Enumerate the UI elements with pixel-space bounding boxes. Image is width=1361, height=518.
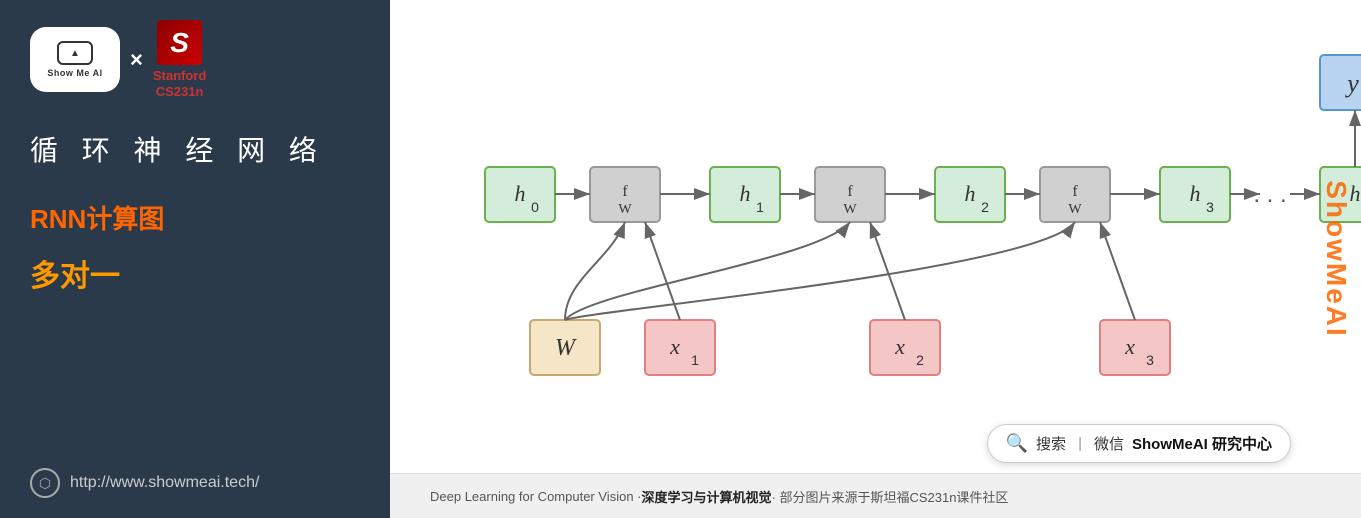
bottom-bar: Deep Learning for Computer Vision · 深度学习… (390, 473, 1361, 518)
search-icon: 🔍 (1006, 433, 1028, 454)
svg-text:W: W (555, 335, 577, 361)
showmeai-icon-box (57, 41, 93, 65)
svg-text:W: W (1068, 202, 1082, 217)
website-row: ⬡ http://www.showmeai.tech/ (30, 468, 360, 498)
svg-text:f: f (847, 183, 853, 200)
svg-text:W: W (618, 202, 632, 217)
svg-text:2: 2 (916, 352, 924, 368)
svg-text:x: x (1124, 334, 1135, 359)
stanford-text: StanfordCS231n (153, 68, 206, 99)
times-sign: × (130, 47, 143, 73)
search-text1: 搜索 (1036, 433, 1066, 454)
node-x1 (645, 320, 715, 375)
svg-text:f: f (1072, 183, 1078, 200)
search-divider: | (1078, 435, 1082, 452)
showmeai-logo-text: Show Me Al (47, 68, 102, 78)
bottom-suffix: · 部分图片来源于斯坦福CS231n课件社区 (772, 487, 1009, 506)
node-x3 (1100, 320, 1170, 375)
bottom-bold-text: 深度学习与计算机视觉 (642, 487, 772, 506)
logo-area: Show Me Al × S StanfordCS231n (30, 20, 360, 99)
subtitle-manytoone: 多对一 (30, 251, 360, 295)
svg-text:2: 2 (981, 199, 989, 215)
right-panel: h 0 f W h 1 f W h 2 f W h 3 . . . h T (390, 0, 1361, 518)
search-badge: 🔍 搜索 | 微信 ShowMeAI 研究中心 (987, 424, 1291, 463)
svg-text:x: x (669, 334, 680, 359)
svg-text:0: 0 (531, 199, 539, 215)
search-bold-label: ShowMeAI 研究中心 (1132, 433, 1272, 454)
svg-text:h: h (740, 181, 751, 206)
svg-text:h: h (1190, 181, 1201, 206)
left-panel: Show Me Al × S StanfordCS231n 循 环 神 经 网 … (0, 0, 390, 518)
svg-text:h: h (515, 181, 526, 206)
svg-text:3: 3 (1206, 199, 1214, 215)
subtitle-rnn: RNN计算图 (30, 199, 360, 236)
nav-icon: ⬡ (30, 468, 60, 498)
svg-text:h: h (965, 181, 976, 206)
search-text2: 微信 (1094, 433, 1124, 454)
svg-text:f: f (622, 183, 628, 200)
svg-text:W: W (843, 202, 857, 217)
bottom-text: Deep Learning for Computer Vision · (430, 489, 642, 504)
showmeai-logo: Show Me Al (30, 27, 120, 92)
svg-text:3: 3 (1146, 352, 1154, 368)
stanford-logo: S StanfordCS231n (153, 20, 206, 99)
watermark: ShowMeAI (1311, 0, 1361, 518)
website-url: http://www.showmeai.tech/ (70, 474, 259, 492)
watermark-text: ShowMeAI (1320, 180, 1352, 338)
svg-text:1: 1 (756, 199, 764, 215)
node-x2 (870, 320, 940, 375)
svg-text:1: 1 (691, 352, 699, 368)
svg-text:x: x (894, 334, 905, 359)
stanford-s-icon: S (157, 20, 202, 65)
page-title: 循 环 神 经 网 络 (30, 129, 360, 169)
